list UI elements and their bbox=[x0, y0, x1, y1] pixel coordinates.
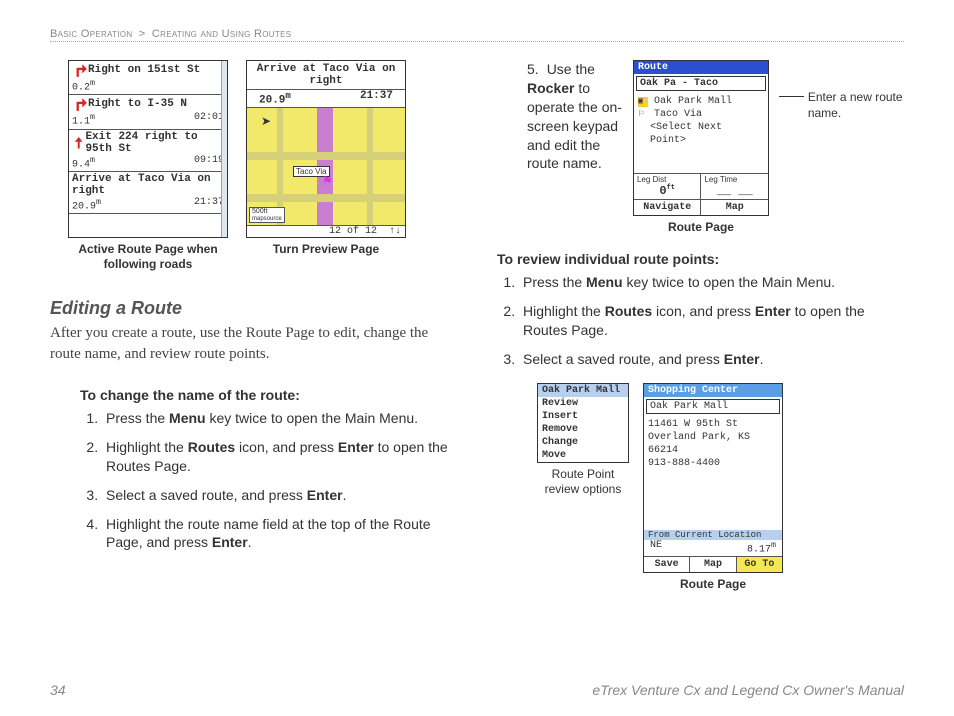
figure-route-page-detail: Shopping Center Oak Park Mall 11461 W 95… bbox=[643, 383, 783, 592]
map-button[interactable]: Map bbox=[690, 557, 736, 572]
breadcrumb-page: Creating and Using Routes bbox=[152, 28, 291, 40]
turn-right-icon bbox=[72, 96, 88, 112]
route-page-screen: Route Oak Pa - Taco ▣ Oak Park Mall ⚐ Ta… bbox=[633, 60, 769, 216]
window-title: Route bbox=[634, 61, 768, 74]
divider bbox=[50, 41, 904, 42]
route-step-text: Right on 151st St bbox=[88, 64, 200, 76]
list-item[interactable]: ⚐ Taco Via bbox=[638, 108, 764, 121]
navigate-button[interactable]: Navigate bbox=[634, 200, 702, 215]
step-item: Highlight the route name field at the to… bbox=[102, 515, 457, 553]
turn-footer: 12 of 12 ↑↓ bbox=[247, 225, 405, 237]
save-button[interactable]: Save bbox=[644, 557, 690, 572]
from-label: From Current Location bbox=[644, 530, 782, 540]
figure-caption: Route Page bbox=[680, 577, 746, 592]
context-menu: Oak Park Mall Review Insert Remove Chang… bbox=[537, 383, 629, 463]
address-block: 11461 W 95th St Overland Park, KS 66214 … bbox=[644, 416, 782, 531]
route-step-text: Arrive at Taco Via on right bbox=[72, 173, 224, 197]
callout-text: Enter a new route name. bbox=[808, 90, 904, 121]
turn-preview-screen: Arrive at Taco Via on right 20.9m 21:37 … bbox=[246, 60, 406, 238]
steps-list: Press the Menu key twice to open the Mai… bbox=[102, 409, 457, 552]
procedure-heading: To change the name of the route: bbox=[80, 387, 457, 403]
breadcrumb-section: Basic Operation bbox=[50, 28, 132, 40]
button-row: Navigate Map bbox=[634, 199, 768, 215]
goto-button[interactable]: Go To bbox=[737, 557, 782, 572]
turn-stats: 20.9m 21:37 bbox=[247, 90, 405, 108]
page-footer: 34 eTrex Venture Cx and Legend Cx Owner'… bbox=[50, 682, 904, 698]
menu-item-remove[interactable]: Remove bbox=[538, 423, 628, 436]
menu-item-change[interactable]: Change bbox=[538, 436, 628, 449]
list-item[interactable]: <Select Next Point> bbox=[638, 121, 764, 147]
direction-row: NE 8.17m bbox=[644, 540, 782, 555]
section-body: After you create a route, use the Route … bbox=[50, 323, 457, 365]
route-points-list: ▣ Oak Park Mall ⚐ Taco Via <Select Next … bbox=[634, 93, 768, 173]
turn-title: Arrive at Taco Via on right bbox=[247, 61, 405, 90]
route-step-text: Right to I-35 N bbox=[88, 98, 187, 110]
figure-active-route: Right on 151st St 0.2m Right to I-35 N 1… bbox=[68, 60, 228, 272]
procedure-heading: To review individual route points: bbox=[497, 251, 904, 267]
flag-icon: ⚐ bbox=[638, 108, 648, 121]
scrollbar[interactable] bbox=[221, 61, 227, 237]
menu-item-move[interactable]: Move bbox=[538, 449, 628, 462]
figure-caption: Route Point review options bbox=[537, 467, 629, 498]
list-item[interactable]: ▣ Oak Park Mall bbox=[638, 95, 764, 108]
step-item: Select a saved route, and press Enter. bbox=[102, 486, 457, 505]
step-item: Highlight the Routes icon, and press Ent… bbox=[102, 438, 457, 476]
route-step-text: Exit 224 right to 95th St bbox=[85, 131, 224, 155]
step-item: Press the Menu key twice to open the Mai… bbox=[519, 273, 904, 292]
map-button[interactable]: Map bbox=[701, 200, 768, 215]
step-item: Highlight the Routes icon, and press Ent… bbox=[519, 302, 904, 340]
menu-item-review[interactable]: Review bbox=[538, 397, 628, 410]
route-detail-screen: Shopping Center Oak Park Mall 11461 W 95… bbox=[643, 383, 783, 573]
shop-icon: ▣ bbox=[638, 97, 648, 107]
point-name-field[interactable]: Oak Park Mall bbox=[646, 399, 780, 414]
route-name-field[interactable]: Oak Pa - Taco bbox=[636, 76, 766, 91]
map-scale: 500ftmapsource bbox=[249, 207, 285, 223]
right-column: 5.Use the Rocker to operate the on-scree… bbox=[497, 60, 904, 592]
arrow-up-icon bbox=[72, 136, 85, 149]
menu-item-insert[interactable]: Insert bbox=[538, 410, 628, 423]
steps-list: Press the Menu key twice to open the Mai… bbox=[519, 273, 904, 369]
flag-icon: ⚑ bbox=[322, 174, 333, 188]
step-item: 5.Use the Rocker to operate the on-scree… bbox=[527, 60, 623, 173]
step-item: Select a saved route, and press Enter. bbox=[519, 350, 904, 369]
figure-caption: Active Route Page when following roads bbox=[73, 242, 223, 272]
manual-title: eTrex Venture Cx and Legend Cx Owner's M… bbox=[592, 682, 904, 698]
figure-caption: Route Page bbox=[668, 220, 734, 235]
figure-turn-preview: Arrive at Taco Via on right 20.9m 21:37 … bbox=[246, 60, 406, 272]
map-preview: ➤ Taco Via ⚑ 500ftmapsource bbox=[247, 108, 405, 225]
callout-line bbox=[779, 96, 804, 97]
page-number: 34 bbox=[50, 682, 66, 698]
cursor-icon: ➤ bbox=[261, 114, 271, 128]
figure-caption: Turn Preview Page bbox=[273, 242, 379, 257]
route-stats: Leg Dist0ft Leg Time__ __ bbox=[634, 173, 768, 199]
button-row: Save Map Go To bbox=[644, 556, 782, 572]
breadcrumb-sep: > bbox=[139, 28, 146, 40]
step-item: Press the Menu key twice to open the Mai… bbox=[102, 409, 457, 428]
turn-right-icon bbox=[72, 62, 88, 78]
left-column: Right on 151st St 0.2m Right to I-35 N 1… bbox=[50, 60, 457, 592]
breadcrumb: Basic Operation > Creating and Using Rou… bbox=[50, 28, 904, 40]
figure-route-page: Route Oak Pa - Taco ▣ Oak Park Mall ⚐ Ta… bbox=[633, 60, 769, 235]
section-heading: Editing a Route bbox=[50, 298, 457, 319]
menu-header: Oak Park Mall bbox=[538, 384, 628, 397]
window-title: Shopping Center bbox=[644, 384, 782, 397]
figure-popup-menu: Oak Park Mall Review Insert Remove Chang… bbox=[537, 383, 629, 498]
active-route-screen: Right on 151st St 0.2m Right to I-35 N 1… bbox=[68, 60, 228, 238]
